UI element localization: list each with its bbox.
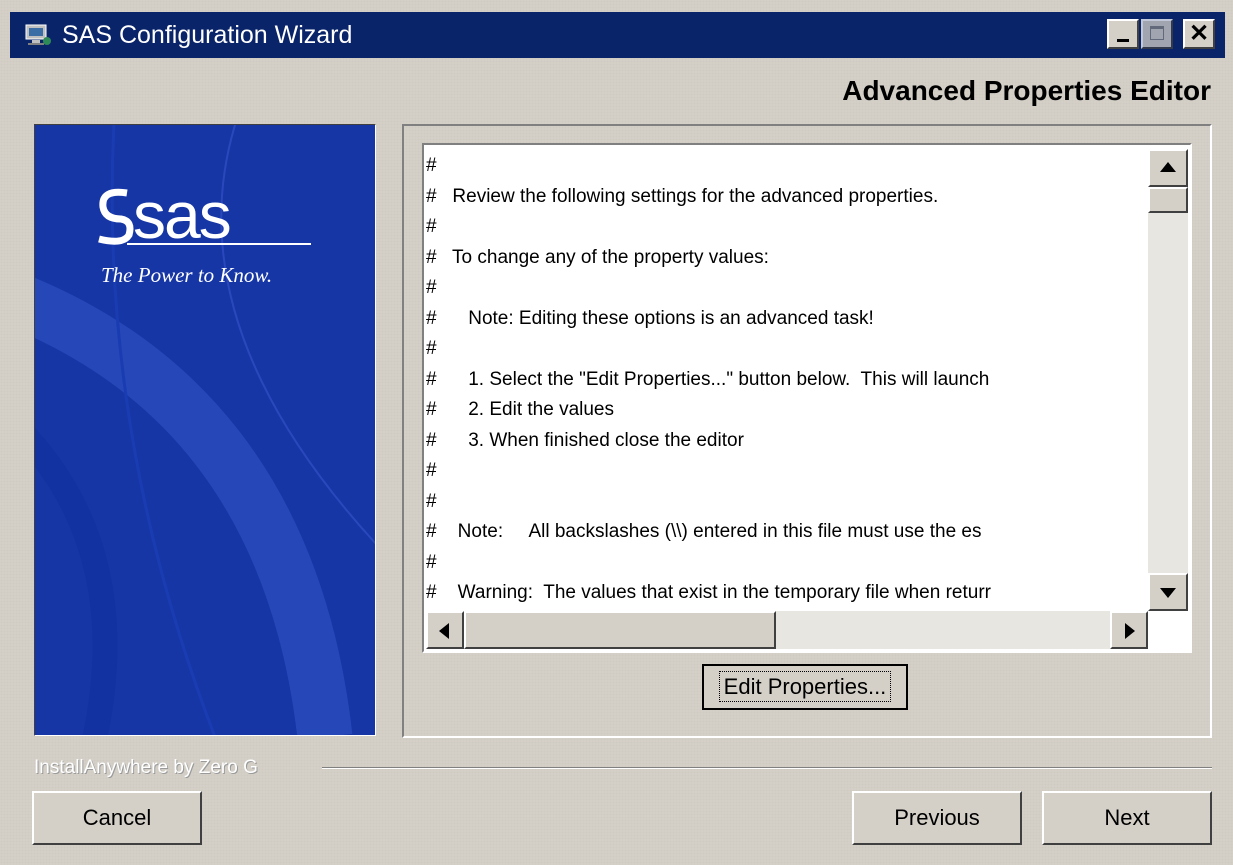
arrow-up-icon: [1160, 162, 1176, 172]
scroll-up-button[interactable]: [1148, 149, 1188, 187]
arrow-left-icon: [439, 623, 449, 639]
vertical-scrollbar[interactable]: [1148, 149, 1188, 611]
edit-properties-button[interactable]: Edit Properties...: [702, 664, 908, 710]
text-line: #: [426, 551, 437, 573]
text-line: #: [426, 216, 437, 237]
minimize-icon: [1117, 39, 1129, 42]
text-line: #: [426, 338, 437, 359]
edit-properties-label: Edit Properties...: [718, 671, 892, 702]
installer-label: InstallAnywhere by Zero G: [34, 757, 258, 778]
arrow-right-icon: [1125, 623, 1135, 639]
vertical-scroll-thumb[interactable]: [1148, 187, 1188, 213]
properties-text-area[interactable]: # # Review the following settings for the…: [422, 143, 1192, 653]
close-button[interactable]: ✕: [1183, 19, 1215, 49]
properties-text: # # Review the following settings for the…: [424, 151, 1148, 613]
horizontal-scrollbar[interactable]: [426, 611, 1148, 649]
text-line: # 3. When finished close the editor: [426, 429, 744, 451]
minimize-button[interactable]: [1107, 19, 1139, 49]
previous-button[interactable]: Previous: [852, 791, 1022, 845]
footer-separator: [322, 767, 1212, 769]
maximize-button: [1141, 19, 1173, 49]
close-icon: ✕: [1188, 20, 1210, 47]
sas-logo-text: sas: [133, 178, 232, 252]
arrow-down-icon: [1160, 588, 1176, 598]
horizontal-scroll-thumb[interactable]: [464, 611, 776, 649]
text-line: #: [426, 460, 437, 481]
scroll-down-button[interactable]: [1148, 573, 1188, 611]
text-line: # 1. Select the "Edit Properties..." but…: [426, 368, 990, 390]
logo-underline: [127, 243, 311, 245]
sas-branding-panel: sas The Power to Know.: [34, 124, 376, 736]
text-line: # Note: Editing these options is an adva…: [426, 307, 874, 329]
text-line: #: [426, 490, 437, 512]
scroll-left-button[interactable]: [426, 611, 464, 649]
window-title: SAS Configuration Wizard: [62, 21, 353, 49]
maximize-icon: [1150, 26, 1164, 40]
text-line: #: [426, 277, 437, 298]
page-heading: Advanced Properties Editor: [842, 75, 1211, 106]
text-line: # Note: All backslashes (\\) entered in …: [426, 521, 982, 542]
wizard-window: SAS Configuration Wizard ✕ Advanced Prop…: [0, 0, 1233, 865]
next-button[interactable]: Next: [1042, 791, 1212, 845]
cancel-button[interactable]: Cancel: [32, 791, 202, 845]
title-bar[interactable]: SAS Configuration Wizard ✕: [10, 12, 1225, 58]
tagline: The Power to Know.: [101, 263, 273, 287]
text-line: #: [426, 155, 437, 176]
text-line: # To change any of the property values:: [426, 246, 769, 268]
text-line: # Warning: The values that exist in the …: [426, 582, 991, 603]
text-line: # Review the following settings for the …: [426, 185, 939, 207]
text-line: # 2. Edit the values: [426, 399, 614, 420]
sas-logo-icon: [98, 188, 134, 245]
scroll-right-button[interactable]: [1110, 611, 1148, 649]
app-icon: [25, 24, 51, 45]
